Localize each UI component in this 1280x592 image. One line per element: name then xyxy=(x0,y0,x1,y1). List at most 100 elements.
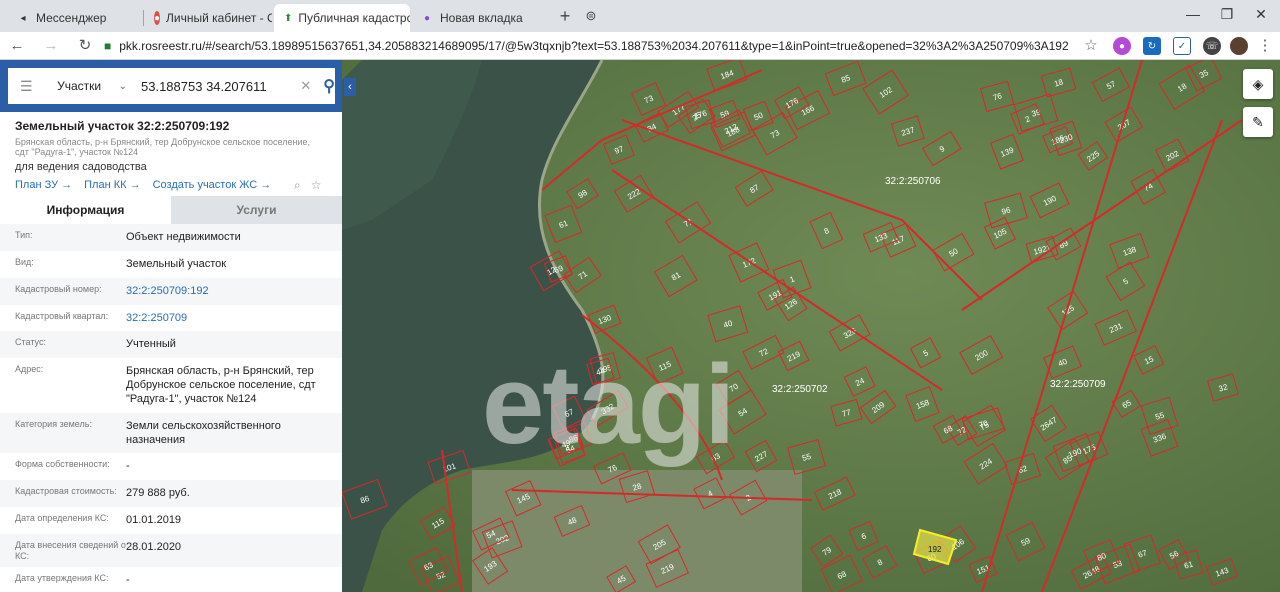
tab-new[interactable]: ● Новая вкладка xyxy=(410,4,550,32)
tab-title: Личный кабинет - Соо xyxy=(166,11,272,25)
whatsapp-icon[interactable]: ☏ xyxy=(1203,37,1221,55)
info-value: 01.01.2019 xyxy=(126,514,182,526)
shield-icon[interactable]: ✓ xyxy=(1173,37,1191,55)
parcel-use: для ведения садоводства xyxy=(15,161,147,173)
tab-cadastral[interactable]: ⬆ Публичная кадастрова xyxy=(274,4,410,32)
url-field[interactable]: ■ pkk.rosreestr.ru/#/search/53.189895156… xyxy=(104,34,1104,58)
tab-messenger[interactable]: ◂ Мессенджер xyxy=(6,4,142,32)
bookmark-star-icon[interactable]: ☆ xyxy=(1080,36,1102,56)
tab-account[interactable]: ● Личный кабинет - Соо xyxy=(144,4,272,32)
info-value: Земельный участок xyxy=(126,258,227,270)
incognito-icon[interactable]: ⊜ xyxy=(579,4,603,28)
info-row: Дата внесения сведений о КС: 28.01.2020 xyxy=(0,534,342,567)
close-icon[interactable]: ✕ xyxy=(1246,6,1276,23)
clear-icon[interactable]: ✕ xyxy=(300,78,311,94)
info-row: Категория земель: Земли сельскохозяйствен… xyxy=(0,413,342,453)
forward-icon[interactable]: → xyxy=(40,36,62,56)
info-key: Кадастровая стоимость: xyxy=(15,486,117,496)
info-row: Дата утверждения КС: - xyxy=(0,567,342,589)
layers-icon[interactable]: ◈ xyxy=(1243,69,1273,99)
tab-title: Мессенджер xyxy=(36,11,107,25)
info-row: Форма собственности: - xyxy=(0,453,342,480)
info-row: Кадастровая стоимость: 279 888 руб. xyxy=(0,480,342,507)
info-row: Кадастровый номер: 32:2:250709:192 xyxy=(0,278,342,305)
minimize-icon[interactable]: — xyxy=(1178,6,1208,22)
chevron-down-icon[interactable]: ⌄ xyxy=(119,81,127,92)
menu-icon[interactable]: ☰ xyxy=(20,78,41,95)
info-key: Форма собственности: xyxy=(15,459,110,469)
tab-information[interactable]: Информация xyxy=(0,196,171,224)
info-row: Дата определения КС: 01.01.2019 xyxy=(0,507,342,534)
info-value: Земли сельскохозяйственного назначения xyxy=(126,420,281,446)
menu-icon[interactable]: ⋮ xyxy=(1254,36,1276,56)
page-title: Земельный участок 32:2:250709:192 xyxy=(15,119,230,133)
rosreestr-icon: ⬆ xyxy=(284,12,293,24)
lock-icon: ■ xyxy=(104,39,112,53)
red-circle-icon: ● xyxy=(154,11,161,25)
tab-title: Новая вкладка xyxy=(440,11,523,25)
extension-icon[interactable]: ● xyxy=(1113,37,1131,55)
info-key: Дата утверждения КС: xyxy=(15,573,109,583)
info-key: Кадастровый квартал: xyxy=(15,311,109,321)
extension-icon[interactable]: ↻ xyxy=(1143,37,1161,55)
info-value: - xyxy=(126,574,130,586)
info-key: Дата внесения сведений о КС: xyxy=(15,540,126,561)
restore-icon[interactable]: ❐ xyxy=(1212,6,1242,23)
plan-zu-link[interactable]: План ЗУ → xyxy=(15,179,72,191)
watermark-logo: etagi xyxy=(482,342,735,467)
avatar[interactable] xyxy=(1230,37,1248,55)
browser-tab-strip: ◂ Мессенджер ● Личный кабинет - Соо ⬆ Пу… xyxy=(0,0,1280,32)
panel-tabs: Информация Услуги xyxy=(0,196,342,224)
info-row: Статус: Учтенный xyxy=(0,331,342,358)
parcel-actions: ⌕ ☆ xyxy=(294,178,322,193)
url-text: pkk.rosreestr.ru/#/search/53.18989515637… xyxy=(119,39,1069,53)
info-key: Адрес: xyxy=(15,364,44,374)
search-input[interactable]: 53.188753 34.207611 xyxy=(141,79,294,94)
back-icon[interactable]: ← xyxy=(6,36,28,56)
info-key: Кадастровый номер: xyxy=(15,284,102,294)
favorite-star-icon[interactable]: ☆ xyxy=(311,178,322,193)
reload-icon[interactable]: ↻ xyxy=(74,36,96,56)
search-box: ☰ Участки ⌄ 53.188753 34.207611 ✕ ⚲ xyxy=(8,68,335,104)
parcel-links: План ЗУ → План КК → Создать участок ЖС → xyxy=(15,179,271,191)
collapse-panel-button[interactable]: ‹ xyxy=(344,78,356,96)
create-parcel-link[interactable]: Создать участок ЖС → xyxy=(153,179,272,191)
search-type-select[interactable]: Участки xyxy=(57,79,115,93)
info-key: Категория земель: xyxy=(15,419,92,429)
quarter-label: 32:2:250709 xyxy=(1050,379,1106,390)
new-tab-button[interactable]: + xyxy=(553,4,577,28)
search-doc-icon[interactable]: ⌕ xyxy=(294,178,301,193)
ruler-icon[interactable]: ✎ xyxy=(1243,107,1273,137)
info-row: Кадастровый квартал: 32:2:250709 xyxy=(0,305,342,331)
info-row: Адрес: Брянская область, р-н Брянский, те… xyxy=(0,358,342,413)
plan-kk-link[interactable]: План КК → xyxy=(84,179,140,191)
info-key: Статус: xyxy=(15,337,46,347)
address-bar-row: ← → ↻ ■ pkk.rosreestr.ru/#/search/53.189… xyxy=(0,32,1280,60)
info-value-link[interactable]: 32:2:250709 xyxy=(126,311,331,325)
info-value: - xyxy=(126,460,130,472)
info-row: Вид: Земельный участок xyxy=(0,251,342,278)
search-header: ☰ Участки ⌄ 53.188753 34.207611 ✕ ⚲ xyxy=(0,60,342,112)
info-key: Тип: xyxy=(15,230,33,240)
search-icon[interactable]: ⚲ xyxy=(323,76,335,96)
info-value: Брянская область, р-н Брянский, тер Добр… xyxy=(126,365,316,405)
tab-services[interactable]: Услуги xyxy=(171,196,342,224)
info-row: Тип: Объект недвижимости xyxy=(0,224,342,251)
info-value: Объект недвижимости xyxy=(126,231,241,243)
map-canvas[interactable]: 2191667667617787192148635060254535123552… xyxy=(342,60,1280,592)
info-value: 28.01.2020 xyxy=(126,541,182,553)
purple-dot-icon: ● xyxy=(423,12,431,24)
vk-icon: ◂ xyxy=(20,12,26,24)
info-panel: ☰ Участки ⌄ 53.188753 34.207611 ✕ ⚲ Земе… xyxy=(0,60,342,592)
cadastral-map[interactable]: 2191667667617787192148635060254535123552… xyxy=(342,60,1280,592)
quarter-label: 32:2:250702 xyxy=(772,384,828,395)
info-value: 279 888 руб. xyxy=(126,487,190,499)
quarter-label: 32:2:250706 xyxy=(885,176,941,187)
info-value-link[interactable]: 32:2:250709:192 xyxy=(126,284,331,298)
parcel-address: Брянская область, р-н Брянский, тер Добр… xyxy=(15,137,310,157)
selected-parcel-label: 192 xyxy=(928,545,942,554)
info-table: Тип: Объект недвижимости Вид: Земельный уча… xyxy=(0,224,342,589)
tab-title: Публичная кадастрова xyxy=(298,11,410,25)
info-key: Вид: xyxy=(15,257,34,267)
info-value: Учтенный xyxy=(126,338,176,350)
